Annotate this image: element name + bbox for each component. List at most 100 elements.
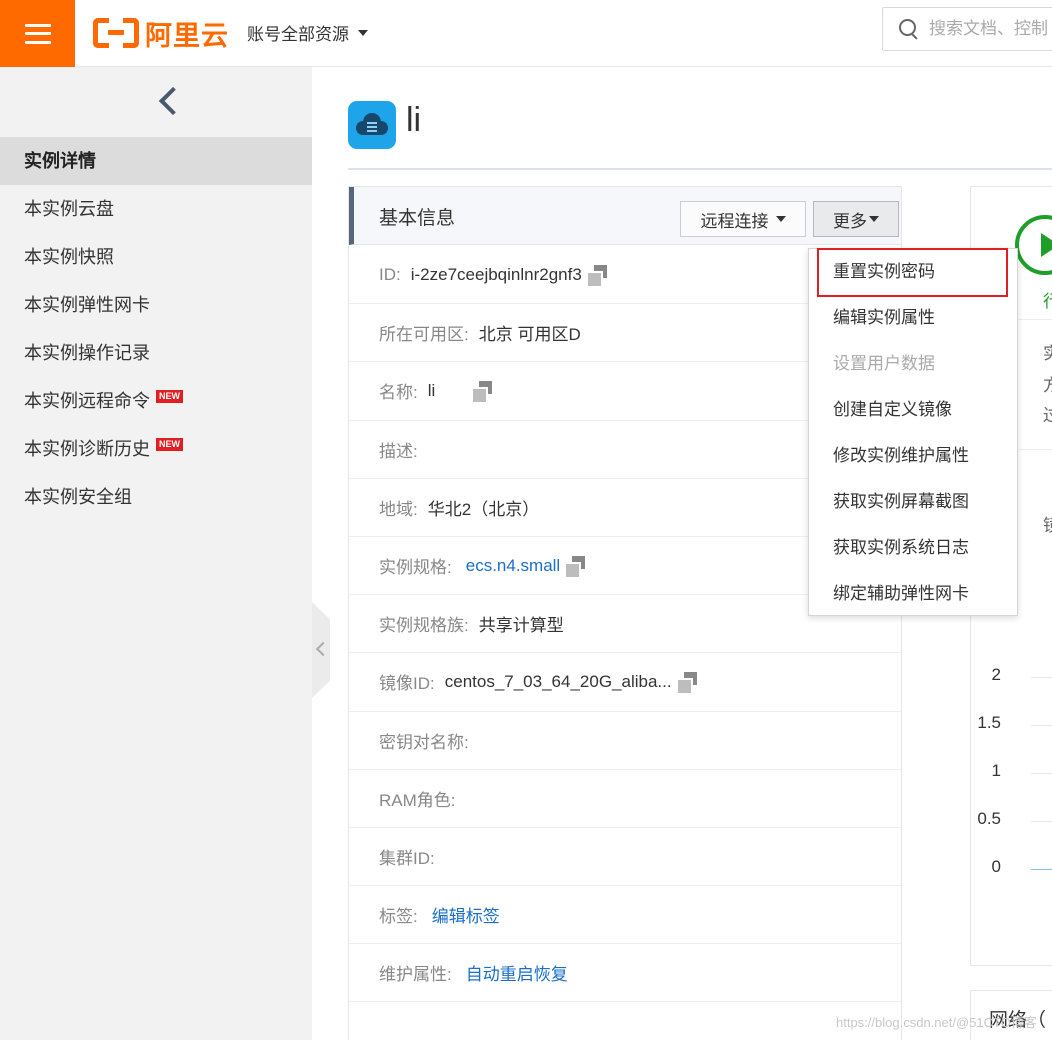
sidebar-item-label: 本实例云盘 bbox=[24, 199, 114, 219]
sidebar-item-snapshots[interactable]: 本实例快照 bbox=[0, 233, 312, 281]
sidebar-item-security-groups[interactable]: 本实例安全组 bbox=[0, 473, 312, 521]
region-value: 华北2（北京） bbox=[427, 499, 540, 519]
sidebar-item-label: 本实例远程命令 bbox=[24, 391, 150, 411]
info-row-tags: 标签: 编辑标签 bbox=[349, 886, 901, 945]
running-status-text: 行 bbox=[1043, 292, 1052, 311]
edit-tags-link[interactable]: 编辑标签 bbox=[432, 902, 500, 927]
sidebar-item-label: 本实例安全组 bbox=[24, 487, 132, 507]
sidebar-item-label: 本实例诊断历史 bbox=[24, 439, 150, 459]
sidebar-item-instance-details[interactable]: 实例详情 bbox=[0, 137, 312, 185]
partial-text: 过 bbox=[1043, 406, 1052, 425]
menu-item-set-user-data: 设置用户数据 bbox=[833, 354, 935, 373]
menu-item-edit-attributes[interactable]: 编辑实例属性 bbox=[809, 295, 1017, 341]
chart-gridline bbox=[1031, 725, 1052, 726]
partial-text: 镜 bbox=[1043, 516, 1052, 535]
auto-restart-link[interactable]: 自动重启恢复 bbox=[466, 960, 568, 985]
chart-gridline bbox=[1031, 677, 1052, 678]
sidebar-item-label: 实例详情 bbox=[24, 151, 96, 171]
caret-down-icon bbox=[358, 29, 368, 36]
partial-text: 实 bbox=[1043, 344, 1052, 363]
sidebar-menu: 实例详情 本实例云盘 本实例快照 本实例弹性网卡 本实例操作记录 本实例远程命令… bbox=[0, 137, 312, 521]
copy-icon[interactable] bbox=[677, 672, 697, 694]
search-box[interactable] bbox=[882, 7, 1052, 51]
sidebar-item-remote-commands[interactable]: 本实例远程命令 NEW bbox=[0, 377, 312, 425]
chart-tick-label: 0.5 bbox=[977, 809, 1001, 828]
row-label: 标签: bbox=[379, 907, 418, 927]
chart-tick-label: 2 bbox=[991, 665, 1001, 684]
account-label: 账号全部资源 bbox=[247, 25, 349, 44]
title-divider bbox=[348, 168, 1052, 170]
more-dropdown-menu: 重置实例密码 编辑实例属性 设置用户数据 创建自定义镜像 修改实例维护属性 获取… bbox=[808, 248, 1018, 616]
chart-gridline bbox=[1031, 821, 1052, 822]
new-badge: NEW bbox=[156, 389, 183, 403]
menu-item-system-log[interactable]: 获取实例系统日志 bbox=[809, 525, 1017, 571]
sidebar-item-operation-log[interactable]: 本实例操作记录 bbox=[0, 329, 312, 377]
menu-item-reset-password[interactable]: 重置实例密码 bbox=[809, 249, 1017, 295]
info-row-ram-role: RAM角色: bbox=[349, 770, 901, 828]
row-label: ID: bbox=[379, 264, 401, 284]
top-bar: 阿里云 账号全部资源 bbox=[0, 0, 1052, 67]
row-label: 描述: bbox=[379, 441, 418, 461]
account-resources-dropdown[interactable]: 账号全部资源 bbox=[247, 20, 368, 45]
row-label: 集群ID: bbox=[379, 848, 435, 868]
caret-down-icon bbox=[869, 216, 879, 222]
image-id-value: centos_7_03_64_20G_aliba... bbox=[444, 671, 672, 691]
row-label: 维护属性: bbox=[379, 965, 452, 985]
chart-gridline bbox=[1031, 773, 1052, 774]
sidebar-collapse-handle[interactable] bbox=[312, 602, 330, 698]
back-chevron-icon[interactable] bbox=[155, 85, 181, 119]
logo-text: 阿里云 bbox=[145, 20, 229, 51]
menu-item-bind-eni[interactable]: 绑定辅助弹性网卡 bbox=[809, 571, 1017, 617]
more-label: 更多 bbox=[833, 211, 867, 231]
menu-item-screenshot[interactable]: 获取实例屏幕截图 bbox=[809, 479, 1017, 525]
info-row-maintenance: 维护属性: 自动重启恢复 bbox=[349, 944, 901, 1003]
search-input[interactable] bbox=[929, 19, 1052, 39]
sidebar-item-label: 本实例快照 bbox=[24, 247, 114, 267]
row-label: 实例规格: bbox=[379, 558, 452, 578]
chart-baseline bbox=[1031, 869, 1052, 870]
sidebar-item-disks[interactable]: 本实例云盘 bbox=[0, 185, 312, 233]
info-row-key-pair: 密钥对名称: bbox=[349, 712, 901, 770]
aliyun-logo[interactable]: 阿里云 bbox=[93, 14, 229, 52]
page-title: li bbox=[406, 101, 422, 139]
sidebar: 实例详情 本实例云盘 本实例快照 本实例弹性网卡 本实例操作记录 本实例远程命令… bbox=[0, 67, 312, 1040]
copy-icon[interactable] bbox=[566, 556, 586, 578]
row-label: 所在可用区: bbox=[379, 325, 469, 345]
remote-connect-button[interactable]: 远程连接 bbox=[680, 201, 806, 237]
aliyun-logo-icon bbox=[93, 18, 139, 48]
caret-down-icon bbox=[775, 216, 786, 222]
sidebar-item-label: 本实例操作记录 bbox=[24, 343, 150, 363]
menu-icon[interactable] bbox=[0, 0, 75, 67]
row-label: 密钥对名称: bbox=[379, 732, 469, 752]
copy-icon[interactable] bbox=[587, 265, 607, 287]
row-label: RAM角色: bbox=[379, 790, 456, 810]
more-button[interactable]: 更多 bbox=[813, 201, 899, 237]
copy-icon[interactable] bbox=[473, 381, 493, 403]
basic-info-header: 基本信息 远程连接 更多 bbox=[349, 187, 901, 245]
sidebar-item-label: 本实例弹性网卡 bbox=[24, 295, 150, 315]
name-value: li bbox=[427, 380, 436, 400]
menu-item-maintenance-attributes[interactable]: 修改实例维护属性 bbox=[809, 433, 1017, 479]
zone-value: 北京 可用区D bbox=[478, 325, 581, 345]
info-row-image-id: 镜像ID: centos_7_03_64_20G_aliba... bbox=[349, 653, 901, 712]
watermark: https://blog.csdn.net/@51CTO博客 bbox=[836, 1015, 1037, 1030]
ecs-instance-icon bbox=[348, 101, 396, 149]
instance-id-value: i-2ze7ceejbqinlnr2gnf3 bbox=[410, 264, 582, 284]
row-label: 镜像ID: bbox=[379, 674, 435, 694]
row-label: 地域: bbox=[379, 499, 418, 519]
menu-item-create-image[interactable]: 创建自定义镜像 bbox=[809, 387, 1017, 433]
new-badge: NEW bbox=[156, 437, 183, 451]
partial-text: 方 bbox=[1043, 376, 1052, 395]
row-label: 名称: bbox=[379, 383, 418, 403]
sidebar-item-enis[interactable]: 本实例弹性网卡 bbox=[0, 281, 312, 329]
instance-type-link[interactable]: ecs.n4.small bbox=[466, 556, 560, 576]
basic-info-title: 基本信息 bbox=[379, 208, 456, 229]
chart-tick-label: 1.5 bbox=[977, 713, 1001, 732]
instance-family-value: 共享计算型 bbox=[478, 616, 564, 636]
remote-connect-label: 远程连接 bbox=[700, 211, 769, 231]
sidebar-item-diagnosis-history[interactable]: 本实例诊断历史 NEW bbox=[0, 425, 312, 473]
chart-tick-label: 1 bbox=[991, 761, 1001, 780]
row-label: 实例规格族: bbox=[379, 616, 469, 636]
chart-tick-label: 0 bbox=[991, 857, 1001, 876]
info-row-cluster-id: 集群ID: bbox=[349, 828, 901, 887]
